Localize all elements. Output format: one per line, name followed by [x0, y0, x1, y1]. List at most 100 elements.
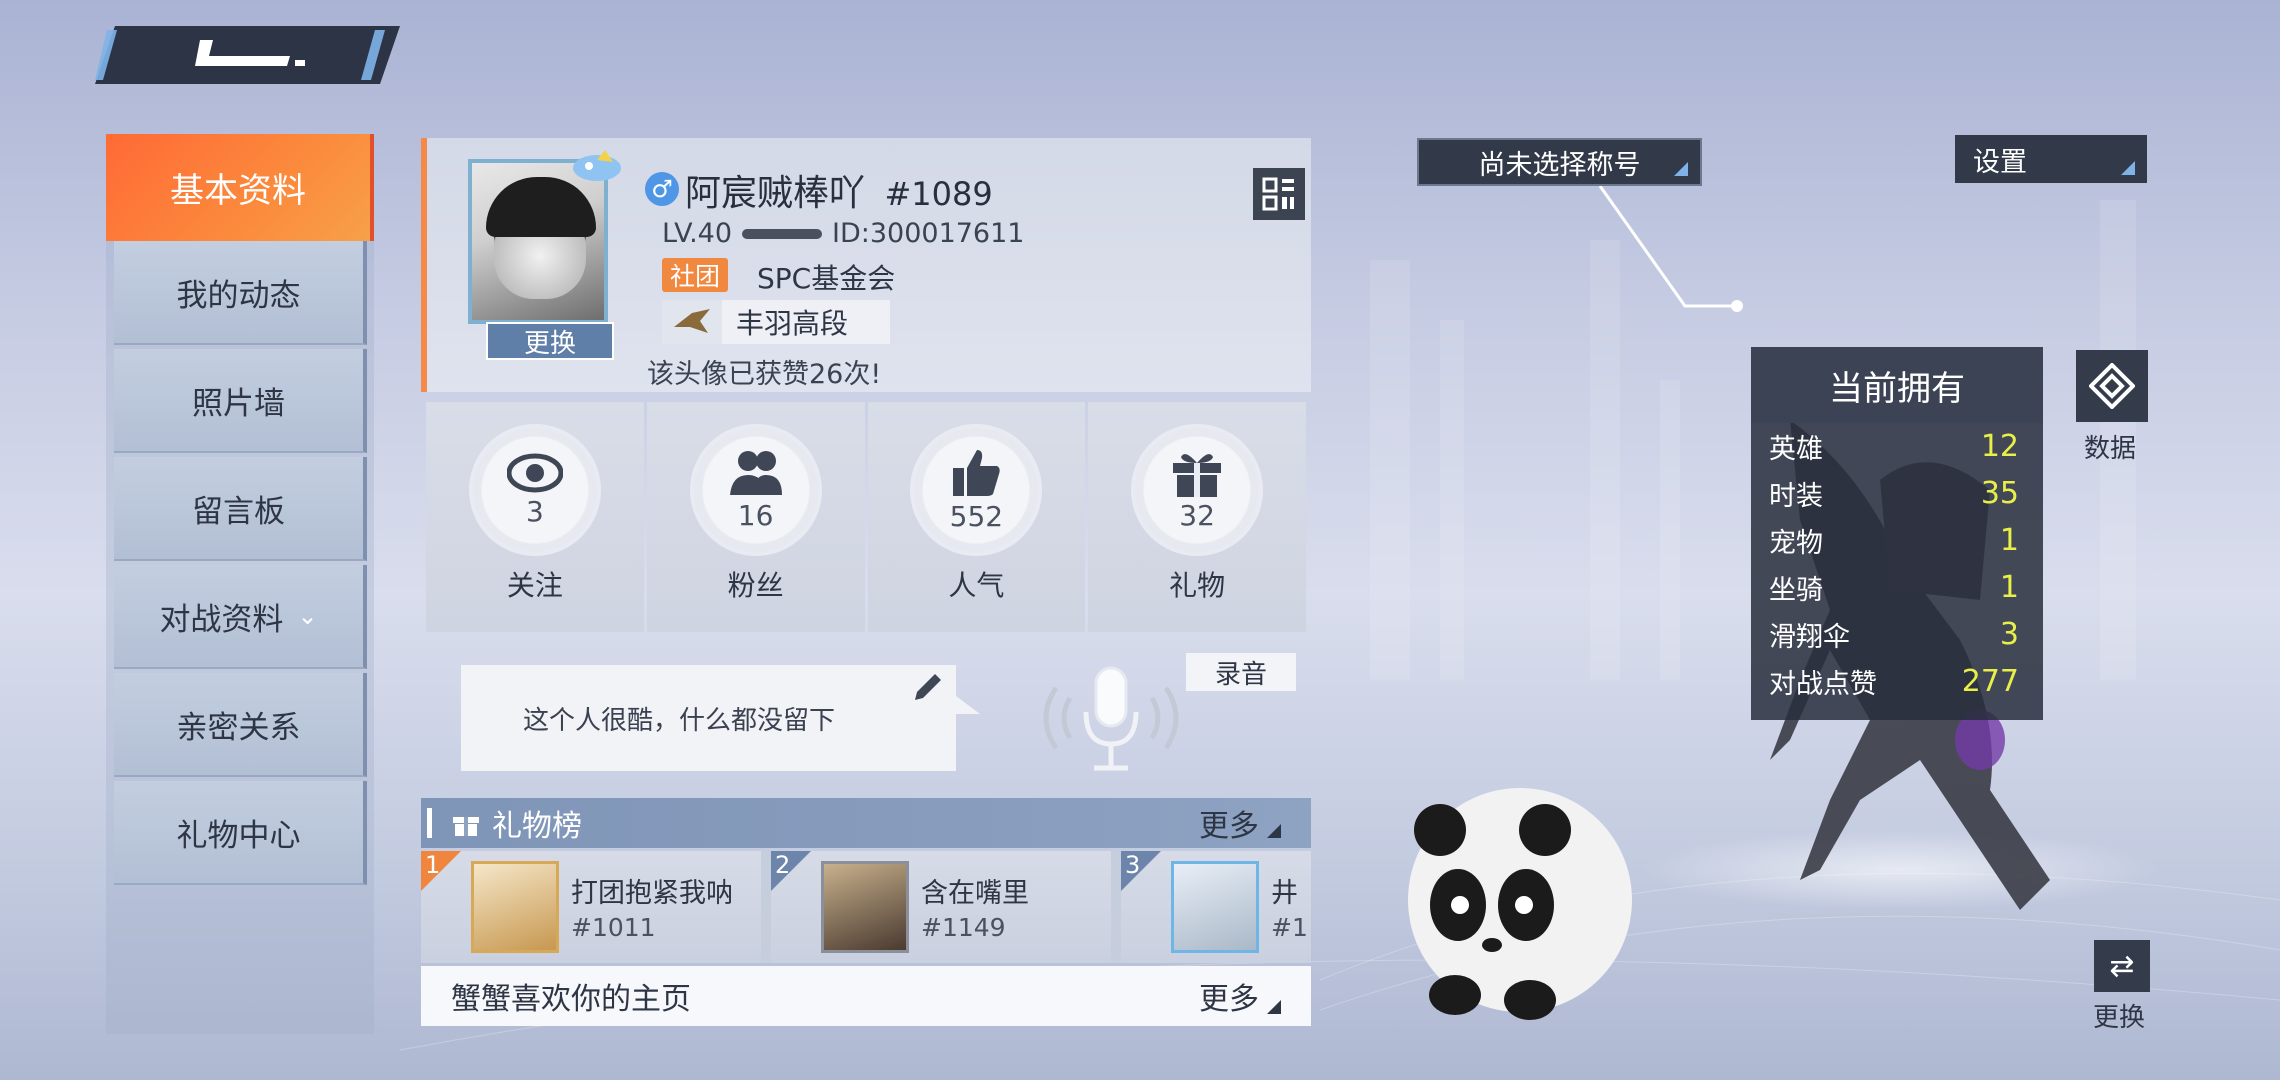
gift-board-entry[interactable]: 1 打团抱紧我呐 #1011: [421, 851, 761, 963]
guild-name[interactable]: SPC基金会: [757, 257, 895, 297]
gift-board-entry[interactable]: 2 含在嘴里 #1149: [771, 851, 1111, 963]
player-tag-number: #1089: [884, 175, 993, 213]
ownership-label: 时装: [1769, 481, 1823, 512]
sidebar: 基本资料 我的动态 照片墙 留言板 对战资料 ⌄ 亲密关系 礼物中心: [106, 134, 374, 1034]
level-progress-bar: [742, 228, 823, 239]
profile-panel: 更换 ♂ 阿宸贼棒吖 #1089 LV.40 ID:300017611 社团 S…: [421, 138, 1311, 1033]
signature-text: 这个人很酷，什么都没留下: [523, 705, 836, 736]
dropdown-corner-icon: [2121, 161, 2135, 175]
sidebar-item-battle-stats[interactable]: 对战资料 ⌄: [114, 565, 367, 669]
entry-avatar: [471, 861, 559, 953]
player-level: LV.40: [662, 218, 733, 249]
entry-avatar: [1171, 861, 1259, 953]
ownership-label: 坐骑: [1769, 575, 1823, 606]
record-button[interactable]: 录音: [1186, 653, 1296, 691]
ownership-value: 35: [1980, 476, 2019, 511]
swap-label: 更换: [2093, 1003, 2146, 1033]
qr-code-icon[interactable]: [1253, 168, 1305, 220]
sidebar-item-photo-wall[interactable]: 照片墙: [114, 349, 367, 453]
stat-ring: 552: [910, 424, 1043, 556]
ownership-value: 12: [1980, 429, 2019, 464]
stats-row: 3 关注 16 粉丝 552 人气 32 礼物: [426, 402, 1306, 632]
data-button[interactable]: [2076, 350, 2148, 422]
connector-line: [1598, 186, 1743, 312]
gift-board-list: 1 打团抱紧我呐 #1011 2 含在嘴里 #1149 3 井 #1: [421, 851, 1311, 963]
entry-name: 井: [1271, 878, 1298, 909]
ownership-row: 宠物 1: [1751, 517, 2043, 564]
visitor-text: 蟹蟹喜欢你的主页: [451, 982, 691, 1017]
change-avatar-button[interactable]: 更换: [486, 322, 614, 360]
sidebar-item-relationships[interactable]: 亲密关系: [114, 673, 367, 777]
stat-follow[interactable]: 3 关注: [426, 402, 644, 632]
microphone-icon[interactable]: [1016, 648, 1206, 788]
entry-id: #1011: [571, 913, 656, 942]
more-corner-icon: [1267, 824, 1281, 838]
sidebar-item-label: 对战资料: [159, 601, 284, 638]
ownership-value: 277: [1961, 664, 2019, 699]
data-label: 数据: [2084, 434, 2137, 464]
ownership-value: 1: [1999, 570, 2019, 605]
settings-dropdown[interactable]: 设置: [1955, 135, 2147, 183]
ownership-label: 宠物: [1769, 528, 1823, 559]
back-button[interactable]: [95, 26, 400, 84]
ownership-label: 对战点赞: [1769, 669, 1877, 700]
ownership-label: 英雄: [1769, 434, 1823, 465]
title-select-label: 尚未选择称号: [1478, 149, 1641, 181]
player-id: ID:300017611: [832, 218, 1025, 249]
rank-bird-icon: [662, 300, 722, 344]
more-corner-icon: [1267, 1000, 1281, 1014]
stat-value: 32: [1179, 498, 1215, 532]
thumbs-up-icon: [953, 449, 1001, 496]
gift-board-entry[interactable]: 3 井 #1: [1121, 851, 1311, 963]
male-gender-icon: ♂: [645, 172, 679, 206]
stat-label: 人气: [948, 569, 1005, 602]
gift-board-header: 礼物榜 更多: [421, 798, 1311, 848]
sidebar-item-label: 照片墙: [192, 385, 285, 422]
entry-rank: 1: [425, 851, 441, 879]
level-row: LV.40 ID:300017611: [662, 218, 1024, 249]
stat-label: 粉丝: [727, 569, 784, 602]
eye-icon: [506, 453, 563, 492]
ownership-row: 对战点赞 277: [1751, 658, 2043, 705]
stat-ring: 32: [1131, 424, 1264, 556]
swap-character-button[interactable]: ⇄: [2094, 940, 2150, 992]
ownership-value: 3: [1999, 617, 2019, 652]
guild-tag-badge: 社团: [662, 258, 729, 292]
fans-icon: [729, 450, 782, 495]
diamond-data-icon: [2089, 363, 2135, 409]
avatar-hair: [486, 177, 596, 237]
visitor-bar[interactable]: 蟹蟹喜欢你的主页 更多: [421, 966, 1311, 1026]
sidebar-item-label: 亲密关系: [176, 709, 301, 746]
visitor-more-button[interactable]: 更多: [1199, 974, 1259, 1018]
rank-badge[interactable]: 丰羽高段: [662, 300, 890, 344]
gift-board-more-button[interactable]: 更多: [1199, 801, 1259, 845]
header-accent-bar: [427, 808, 432, 838]
avatar-frame-bird-icon: [573, 150, 621, 181]
stat-gifts[interactable]: 32 礼物: [1088, 402, 1306, 632]
chevron-down-icon: ⌄: [297, 602, 318, 630]
sidebar-item-basic-info[interactable]: 基本资料: [106, 134, 374, 241]
stat-fans[interactable]: 16 粉丝: [646, 402, 865, 632]
ownership-title: 当前拥有: [1751, 347, 2043, 423]
signature-box[interactable]: 这个人很酷，什么都没留下: [461, 665, 956, 771]
player-name: 阿宸贼棒吖 #1089: [685, 164, 993, 216]
gift-icon: [1173, 453, 1222, 497]
entry-rank: 3: [1125, 851, 1141, 879]
sidebar-item-gift-center[interactable]: 礼物中心: [114, 781, 367, 885]
sidebar-item-my-feed[interactable]: 我的动态: [114, 241, 367, 345]
sidebar-item-message-board[interactable]: 留言板: [114, 457, 367, 561]
entry-id: #1149: [921, 913, 1006, 942]
stat-ring: 16: [689, 424, 822, 556]
sidebar-item-label: 我的动态: [176, 277, 301, 314]
signature-bubble-tail: [956, 696, 980, 714]
stat-popularity[interactable]: 552 人气: [867, 402, 1086, 632]
sidebar-item-label: 基本资料: [170, 171, 306, 211]
title-select-dropdown[interactable]: 尚未选择称号: [1417, 138, 1702, 186]
gift-board-title: 礼物榜: [492, 809, 582, 844]
edit-pencil-icon[interactable]: [911, 670, 945, 704]
ownership-value: 1: [1999, 523, 2019, 558]
profile-card: 更换 ♂ 阿宸贼棒吖 #1089 LV.40 ID:300017611 社团 S…: [421, 138, 1311, 392]
ownership-panel: 当前拥有 英雄 12 时装 35 宠物 1 坐骑 1 滑翔伞 3 对战点赞 277: [1751, 347, 2043, 720]
gift-icon: [453, 817, 479, 836]
entry-rank: 2: [775, 851, 791, 879]
